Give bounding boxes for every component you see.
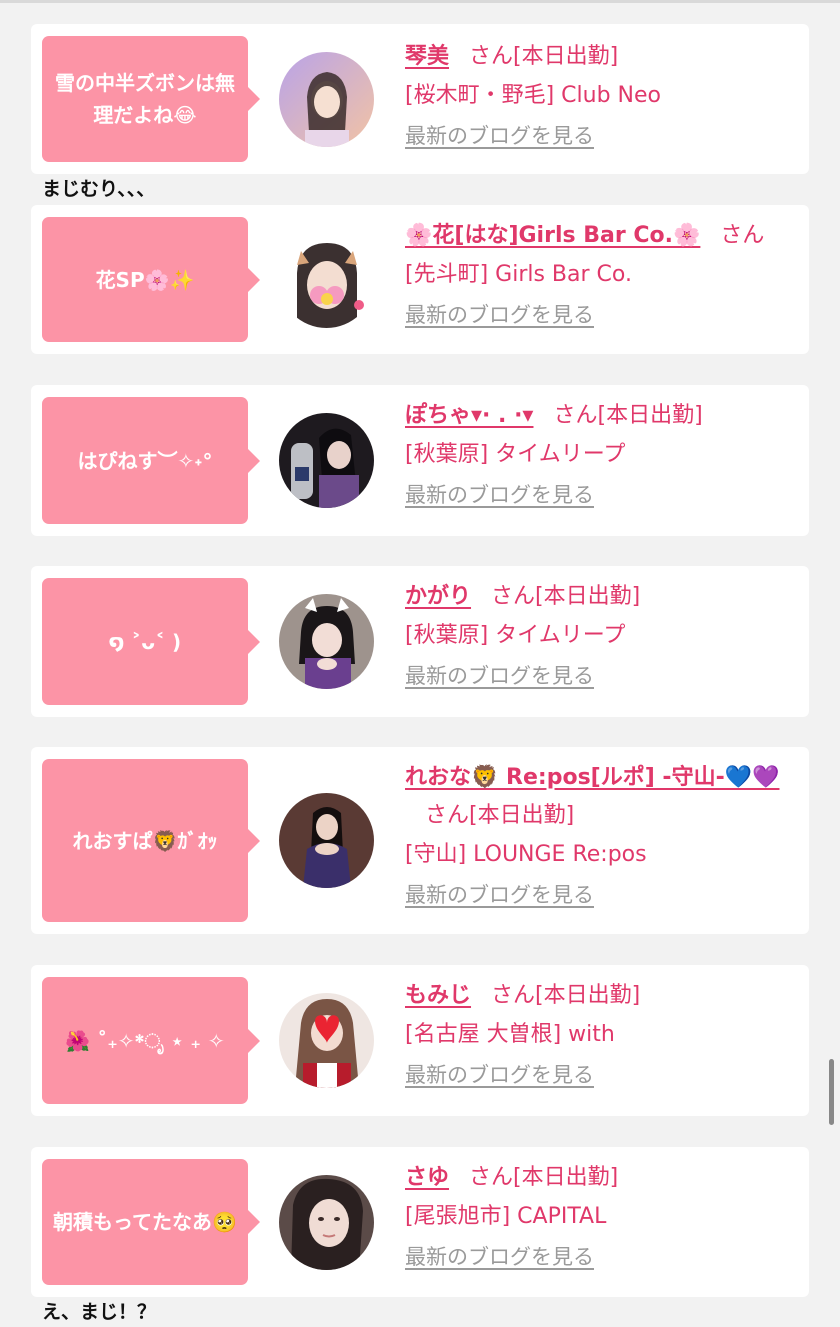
girl-card: れおすぱ🦁ｶﾞｵｯ れおな🦁 Re:pos[ルポ] -守山-💙💜 さん[本日出勤]… [31, 747, 809, 934]
status-label: さん[本日出勤] [491, 584, 641, 609]
avatar[interactable] [279, 594, 374, 689]
message-text: 🌺 ˚₊✧*ೃ ⋆ ₊ ✧ [65, 1028, 225, 1053]
status-label: さん[本日出勤] [469, 44, 619, 69]
message-text: ໑ ˃ᴗ˂ ) [108, 629, 182, 654]
girl-name-link[interactable]: さゆ [405, 1165, 449, 1190]
message-text: はぴねす︶✧˖° [77, 448, 213, 473]
girl-name-link[interactable]: もみじ [405, 983, 471, 1008]
girl-name-link[interactable]: れおな🦁 Re:pos[ルポ] -守山-💙💜 [405, 765, 779, 790]
blog-link[interactable]: 最新のブログを見る [405, 295, 791, 335]
message-text: れおすぱ🦁ｶﾞｵｯ [72, 828, 218, 853]
blog-link[interactable]: 最新のブログを見る [405, 1055, 791, 1095]
message-bubble: 🌺 ˚₊✧*ೃ ⋆ ₊ ✧ [42, 977, 260, 1104]
girl-card: 🌺 ˚₊✧*ೃ ⋆ ₊ ✧ もみじ さん[本日出勤] [名古屋 大曽根] with… [31, 965, 809, 1116]
girl-name-link[interactable]: 🌸花[はな]Girls Bar Co.🌸 [405, 223, 700, 248]
message-bubble: 雪の中半ズボンは無理だよね😂 [42, 36, 260, 162]
message-bubble: 花SP🌸✨ [42, 217, 260, 342]
blog-link[interactable]: 最新のブログを見る [405, 1237, 791, 1277]
status-label: さん[本日出勤] [469, 1165, 619, 1190]
message-bubble: れおすぱ🦁ｶﾞｵｯ [42, 759, 260, 922]
girl-card: 朝積もってたなあ🥺 さゆ さん[本日出勤] [尾張旭市] CAPITAL 最新のブ… [31, 1147, 809, 1297]
status-label: さん[本日出勤] [425, 803, 575, 828]
girl-name-link[interactable]: ぽちゃ▾· . ·▾ [405, 403, 533, 428]
avatar[interactable] [279, 233, 374, 328]
girl-card: 花SP🌸✨ 🌸花[はな]Girls Bar Co.🌸 さん [先斗町] Girls… [31, 205, 809, 354]
avatar[interactable] [279, 413, 374, 508]
avatar[interactable] [279, 993, 374, 1088]
avatar[interactable] [279, 1175, 374, 1270]
girl-name-link[interactable]: かがり [405, 584, 471, 609]
user-comment: え、まじ！？ [42, 1301, 157, 1323]
top-divider [0, 0, 840, 3]
girl-name-link[interactable]: 琴美 [405, 44, 449, 69]
shop-name: [先斗町] Girls Bar Co. [405, 262, 632, 287]
avatar[interactable] [279, 52, 374, 147]
message-text: 花SP🌸✨ [95, 267, 195, 292]
shop-name: [秋葉原] タイムリープ [405, 442, 626, 467]
blog-link[interactable]: 最新のブログを見る [405, 875, 791, 915]
status-label: さん[本日出勤] [491, 983, 641, 1008]
blog-link[interactable]: 最新のブログを見る [405, 475, 791, 515]
message-bubble: はぴねす︶✧˖° [42, 397, 260, 524]
status-label: さん [720, 223, 765, 248]
shop-name: [守山] LOUNGE Re:pos [405, 842, 647, 867]
blog-link[interactable]: 最新のブログを見る [405, 116, 791, 156]
girl-card: 雪の中半ズボンは無理だよね😂 琴美 さん[本日出勤] [桜木町・野毛] Club … [31, 24, 809, 174]
girl-card: はぴねす︶✧˖° ぽちゃ▾· . ·▾ さん[本日出勤] [秋葉原] タイムリープ… [31, 385, 809, 536]
message-bubble: 朝積もってたなあ🥺 [42, 1159, 260, 1285]
status-label: さん[本日出勤] [553, 403, 703, 428]
blog-link[interactable]: 最新のブログを見る [405, 656, 791, 696]
message-bubble: ໑ ˃ᴗ˂ ) [42, 578, 260, 705]
shop-name: [尾張旭市] CAPITAL [405, 1204, 607, 1229]
shop-name: [名古屋 大曽根] with [405, 1022, 615, 1047]
girl-card: ໑ ˃ᴗ˂ ) かがり さん[本日出勤] [秋葉原] タイムリープ 最新のブログを… [31, 566, 809, 717]
shop-name: [秋葉原] タイムリープ [405, 623, 626, 648]
shop-name: [桜木町・野毛] Club Neo [405, 83, 661, 108]
scrollbar-thumb[interactable] [829, 1059, 834, 1125]
avatar[interactable] [279, 793, 374, 888]
message-text: 雪の中半ズボンは無理だよね😂 [55, 71, 235, 127]
user-comment: まじむり、、、 [42, 178, 156, 200]
message-text: 朝積もってたなあ🥺 [53, 1210, 237, 1234]
